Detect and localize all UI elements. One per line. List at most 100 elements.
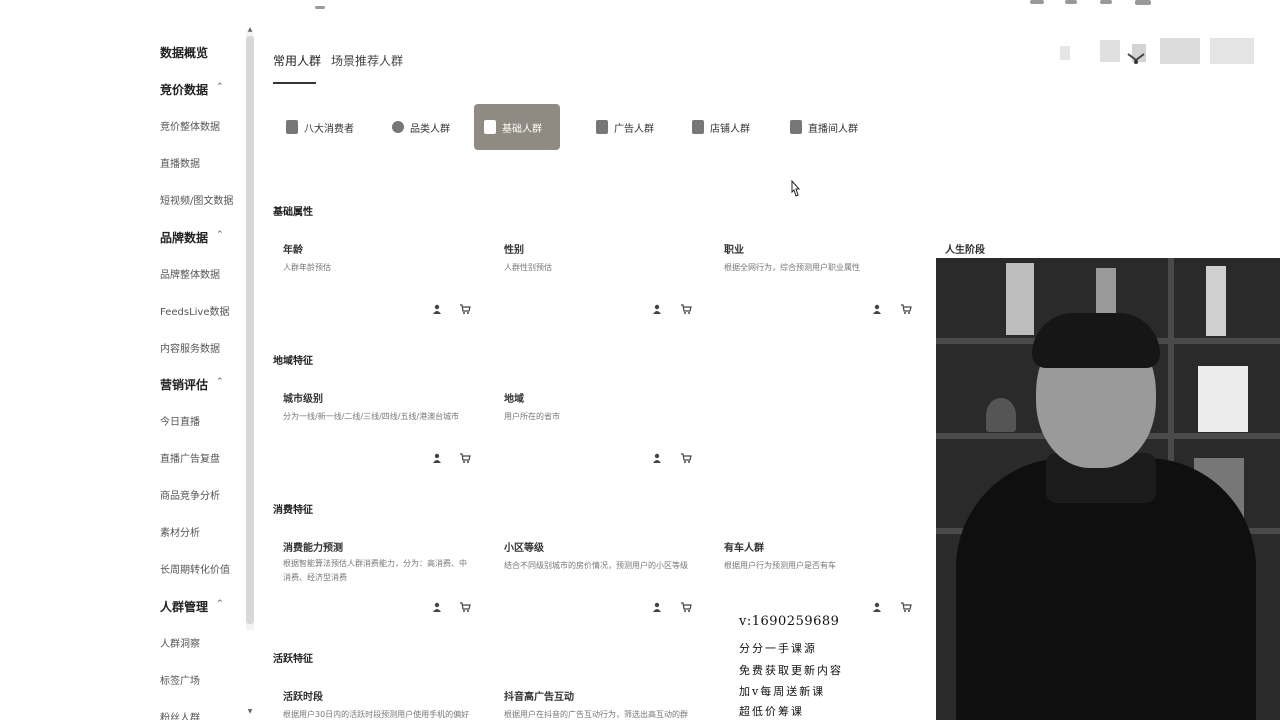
people-icon (286, 120, 298, 134)
sidebar-item-live-data[interactable]: 直播数据 (160, 155, 200, 170)
category-icon (392, 121, 404, 133)
category-button-category-audience[interactable]: 品类人群 (382, 104, 460, 150)
card-title-douyin-ad-interaction: 抖音高广告互动 (504, 692, 574, 703)
sidebar-item-audience-insight[interactable]: 人群洞察 (160, 635, 200, 650)
promo-line: 分分一手课源 (739, 642, 817, 655)
cart-icon[interactable] (460, 602, 471, 612)
category-label: 店铺人群 (710, 123, 750, 135)
section-title-consumption: 消费特征 (273, 505, 313, 516)
promo-phone: v:1690259689 (739, 614, 840, 629)
sidebar-item-today-live[interactable]: 今日直播 (160, 413, 200, 428)
category-button-basic-audience[interactable]: 基础人群 (474, 104, 560, 150)
chevron-up-icon[interactable]: ⌃ (216, 230, 224, 240)
scroll-up-arrow-icon[interactable]: ▲ (246, 26, 254, 33)
sidebar-item-long-cycle-value[interactable]: 长周期转化价值 (160, 561, 230, 576)
sidebar-item-live-ad-review[interactable]: 直播广告复盘 (160, 450, 220, 465)
mouse-cursor-icon (791, 180, 801, 197)
card-desc-city-level: 分为一线/新一线/二线/三线/四线/五线/港澳台城市 (283, 412, 460, 421)
chevron-up-icon[interactable]: ⌃ (216, 82, 224, 92)
cart-icon[interactable] (460, 453, 471, 463)
category-label: 品类人群 (410, 123, 450, 135)
sidebar-nav: 数据概览 竞价数据 ⌃ 竞价整体数据 直播数据 短视频/图文数据 品牌数据 ⌃ … (0, 0, 245, 720)
category-label: 广告人群 (614, 123, 654, 135)
tab-active-underline (273, 82, 316, 84)
cart-icon[interactable] (681, 453, 692, 463)
card-title-community-level: 小区等级 (504, 543, 544, 554)
window-chrome-mark (1030, 0, 1044, 4)
sidebar-group-label: 品牌数据 (160, 231, 209, 245)
user-base-icon (484, 120, 496, 134)
tab-common-audience[interactable]: 常用人群 (273, 52, 321, 69)
sidebar-item-tag-square[interactable]: 标签广场 (160, 672, 200, 687)
sidebar-group-label: 营销评估 (160, 378, 209, 392)
window-chrome-mark (1065, 0, 1077, 4)
person-icon[interactable] (872, 602, 882, 612)
sidebar-group-marketing[interactable]: 营销评估 ⌃ (160, 376, 224, 393)
person-icon[interactable] (652, 453, 662, 463)
card-desc-age: 人群年龄预估 (283, 263, 331, 272)
card-title-active-period: 活跃时段 (283, 692, 323, 703)
sidebar-item-product-competition[interactable]: 商品竞争分析 (160, 487, 220, 502)
card-desc-region: 用户所在的省市 (504, 412, 560, 421)
sidebar-item-material-analysis[interactable]: 素材分析 (160, 524, 200, 539)
window-chrome-mark (1100, 0, 1112, 4)
card-title-city-level: 城市级别 (283, 394, 323, 405)
cart-icon[interactable] (681, 602, 692, 612)
promo-line: 加v每周送新课 (739, 685, 826, 698)
tiktok-icon (790, 120, 802, 134)
cart-icon[interactable] (681, 304, 692, 314)
card-desc-active-period: 根据用户30日内的活跃时段预测用户使用手机的偏好 (283, 710, 470, 719)
promo-line: 超低价筹课 (739, 705, 804, 718)
sidebar-item-feedslive[interactable]: FeedsLive数据 (160, 303, 230, 318)
card-desc-community-level: 结合不同级别城市的房价情况，预测用户的小区等级 (504, 561, 688, 570)
section-title-basic: 基础属性 (273, 207, 313, 218)
sidebar-group-overview[interactable]: 数据概览 (160, 44, 208, 61)
cart-icon[interactable] (901, 304, 912, 314)
card-title-life-stage: 人生阶段 (945, 245, 985, 256)
sidebar-group-label: 数据概览 (160, 46, 209, 60)
sidebar-group-audience[interactable]: 人群管理 ⌃ (160, 598, 224, 615)
card-desc-occupation: 根据全网行为，综合预测用户职业属性 (724, 263, 860, 272)
section-title-activity: 活跃特征 (273, 654, 313, 665)
category-label: 直播间人群 (808, 123, 858, 135)
category-button-store-audience[interactable]: 店铺人群 (682, 104, 760, 150)
sidebar-group-label: 竞价数据 (160, 83, 209, 97)
cart-icon[interactable] (460, 304, 471, 314)
promo-line: 免费获取更新内容 (739, 664, 843, 677)
chevron-up-icon[interactable]: ⌃ (216, 599, 224, 609)
category-button-eight-consumers[interactable]: 八大消费者 (276, 104, 364, 150)
person-icon[interactable] (652, 602, 662, 612)
category-label: 基础人群 (502, 123, 542, 135)
sidebar-item-video-data[interactable]: 短视频/图文数据 (160, 192, 233, 207)
tab-scene-recommend[interactable]: 场景推荐人群 (331, 52, 403, 69)
person-icon[interactable] (432, 602, 442, 612)
person-icon[interactable] (432, 304, 442, 314)
person-icon[interactable] (872, 304, 882, 314)
card-desc-spending-power: 根据智能算法预估人群消费能力，分为：高消费、中消费、经济型消费 (283, 559, 467, 582)
category-button-live-room-audience[interactable]: 直播间人群 (780, 104, 868, 150)
card-title-gender: 性别 (504, 245, 524, 256)
sidebar-item-fans[interactable]: 粉丝人群 (160, 709, 200, 720)
sidebar-item-content-service[interactable]: 内容服务数据 (160, 340, 220, 355)
person-icon[interactable] (432, 453, 442, 463)
sidebar-group-brand[interactable]: 品牌数据 ⌃ (160, 229, 224, 246)
sidebar-item-bidding-overall[interactable]: 竞价整体数据 (160, 118, 220, 133)
card-title-occupation: 职业 (724, 245, 744, 256)
window-chrome-mark (1135, 0, 1151, 5)
card-desc-gender: 人群性别预估 (504, 263, 552, 272)
store-icon (692, 120, 704, 134)
sidebar-group-bidding[interactable]: 竞价数据 ⌃ (160, 81, 224, 98)
card-title-car-owner: 有车人群 (724, 543, 764, 554)
person-icon[interactable] (652, 304, 662, 314)
chevron-up-icon[interactable]: ⌃ (216, 377, 224, 387)
scroll-down-arrow-icon[interactable]: ▼ (246, 708, 254, 715)
sidebar-item-brand-overall[interactable]: 品牌整体数据 (160, 266, 220, 281)
section-title-region: 地域特征 (273, 356, 313, 367)
category-button-ad-audience[interactable]: 广告人群 (586, 104, 664, 150)
card-title-spending-power: 消费能力预测 (283, 543, 343, 554)
window-chrome-mark (315, 6, 325, 9)
cart-icon[interactable] (901, 602, 912, 612)
sidebar-scrollbar-thumb[interactable] (246, 36, 254, 624)
card-title-age: 年龄 (283, 245, 303, 256)
sidebar-group-label: 人群管理 (160, 600, 209, 614)
